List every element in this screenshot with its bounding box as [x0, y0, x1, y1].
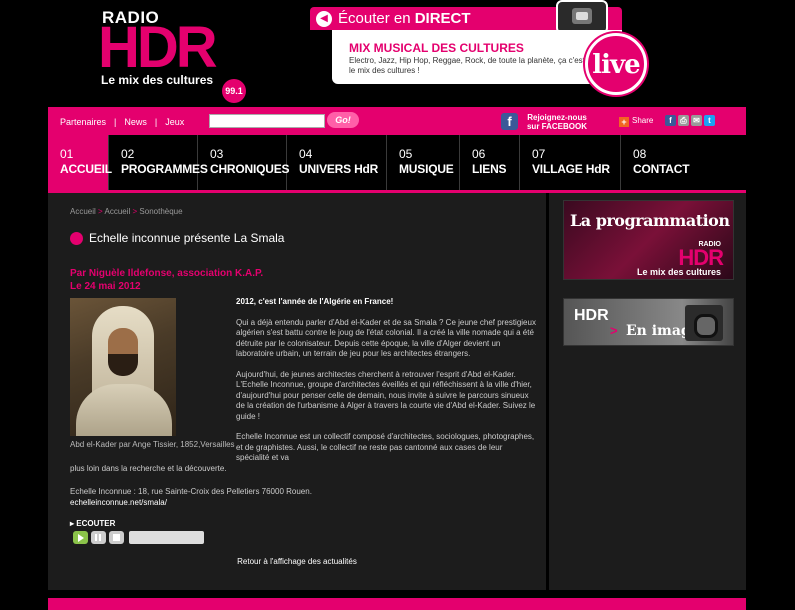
back-to-news-link[interactable]: Retour à l'affichage des actualités	[48, 557, 546, 566]
promo-title: La programmation	[570, 211, 730, 230]
join-facebook-link[interactable]: Rejoignez-nous sur FACEBOOK	[525, 113, 589, 131]
abd-el-kader-portrait	[70, 298, 176, 436]
link-jeux[interactable]: Jeux	[165, 117, 184, 127]
vintage-radio-icon	[556, 0, 608, 34]
facebook-icon[interactable]: f	[501, 113, 518, 130]
article-byline: Par Niguèle Ildefonse, association K.A.P…	[70, 267, 263, 293]
article-paragraph: Aujourd'hui, de jeunes architectes cherc…	[236, 369, 536, 421]
main-navigation: 01 ACCUEIL 02 PROGRAMMES 03 CHRONIQUES 04 UN…	[48, 135, 746, 193]
title-bullet-icon	[70, 232, 83, 245]
hdr-en-image-banner[interactable]: HDR > En image	[563, 298, 734, 346]
nav-univers-hdr[interactable]: 04 UNIVERS HdR	[287, 135, 387, 190]
programmation-banner[interactable]: La programmation RADIO HDR Le mix des cu…	[563, 200, 734, 280]
logo-frequency-badge: 99.1	[222, 79, 246, 103]
stop-icon[interactable]	[109, 531, 124, 544]
article-paragraph: Qui a déjà entendu parler d'Abd el-Kader…	[236, 317, 536, 359]
address-text: Echelle Inconnue : 18, rue Sainte-Croix …	[70, 487, 312, 496]
camera-icon	[685, 305, 723, 341]
radio-hdr-logo[interactable]: RADIO HDR Le mix des cultures 99.1	[96, 5, 246, 103]
breadcrumb-separator: >	[98, 207, 103, 216]
article-author: Par Niguèle Ildefonse, association K.A.P…	[70, 268, 264, 279]
audio-player	[73, 531, 204, 544]
play-icon[interactable]	[73, 531, 88, 544]
facebook-icon[interactable]: f	[665, 115, 676, 126]
speaker-icon: ◀	[316, 11, 332, 27]
logo-tagline: Le mix des cultures	[101, 73, 214, 87]
article-title: Echelle inconnue présente La Smala	[89, 231, 285, 245]
share-plus-icon: +	[619, 117, 629, 127]
top-utility-bar: Partenaires | News | Jeux Go! f Rejoignez-no…	[48, 107, 746, 135]
article-paragraph-continued: plus loin dans la recherche et la découv…	[70, 464, 227, 473]
link-partenaires[interactable]: Partenaires	[60, 117, 106, 127]
breadcrumb-item[interactable]: Accueil	[104, 207, 130, 216]
search-go-button[interactable]: Go!	[327, 112, 359, 128]
live-button[interactable]: live	[585, 33, 647, 95]
breadcrumb: Accueil > Accueil > Sonothèque	[70, 207, 183, 216]
print-icon[interactable]: ⎙	[678, 115, 689, 126]
search-input[interactable]	[209, 114, 325, 128]
listen-live-label: Écouter en DIRECT	[338, 10, 471, 27]
article-date: Le 24 mai 2012	[70, 281, 141, 292]
breadcrumb-separator: >	[132, 207, 138, 216]
share-button[interactable]: + Share	[619, 116, 653, 127]
twitter-icon[interactable]: t	[704, 115, 715, 126]
sidebar: La programmation RADIO HDR Le mix des cu…	[546, 193, 746, 590]
live-label: live	[592, 50, 640, 80]
footer-bar	[48, 598, 746, 610]
nav-musique[interactable]: 05 MUSIQUE	[387, 135, 460, 190]
audio-progress-bar[interactable]	[129, 531, 204, 544]
article-address: Echelle Inconnue : 18, rue Sainte-Croix …	[70, 486, 312, 508]
nav-programmes[interactable]: 02 PROGRAMMES	[109, 135, 208, 190]
social-icons: f ⎙ ✉ t	[665, 115, 715, 126]
nav-village-hdr[interactable]: 07 VILLAGE HdR	[520, 135, 621, 190]
top-links: Partenaires | News | Jeux	[60, 117, 185, 127]
nav-contact[interactable]: 08 CONTACT	[621, 135, 746, 190]
pause-icon[interactable]	[91, 531, 106, 544]
promo-tagline: Le mix des cultures	[636, 267, 721, 277]
logo-hdr-text: HDR	[98, 15, 218, 80]
arrow-icon: >	[610, 323, 618, 338]
link-news[interactable]: News	[124, 117, 147, 127]
article-lead: 2012, c'est l'année de l'Algérie en Fran…	[236, 297, 394, 306]
mix-musical-box: MIX MUSICAL DES CULTURES Electro, Jazz, …	[332, 30, 622, 84]
email-icon[interactable]: ✉	[691, 115, 702, 126]
website-link[interactable]: echelleinconnue.net/smala/	[70, 497, 312, 508]
article-paragraph: Echelle Inconnue est un collectif compos…	[236, 432, 535, 462]
mix-title: MIX MUSICAL DES CULTURES	[349, 41, 524, 55]
nav-liens[interactable]: 06 LIENS	[460, 135, 520, 190]
mix-description: Electro, Jazz, Hip Hop, Reggae, Rock, de…	[349, 56, 585, 75]
nav-chroniques[interactable]: 03 CHRONIQUES	[198, 135, 290, 190]
listen-heading: ▸ ECOUTER	[70, 519, 116, 528]
main-content: Accueil > Accueil > Sonothèque Echelle i…	[48, 193, 546, 590]
nav-accueil[interactable]: 01 ACCUEIL	[48, 135, 112, 190]
breadcrumb-item[interactable]: Accueil	[70, 207, 96, 216]
promo-hdr-text: HDR	[574, 307, 609, 324]
breadcrumb-item[interactable]: Sonothèque	[139, 207, 182, 216]
article-body: 2012, c'est l'année de l'Algérie en Fran…	[236, 297, 536, 474]
